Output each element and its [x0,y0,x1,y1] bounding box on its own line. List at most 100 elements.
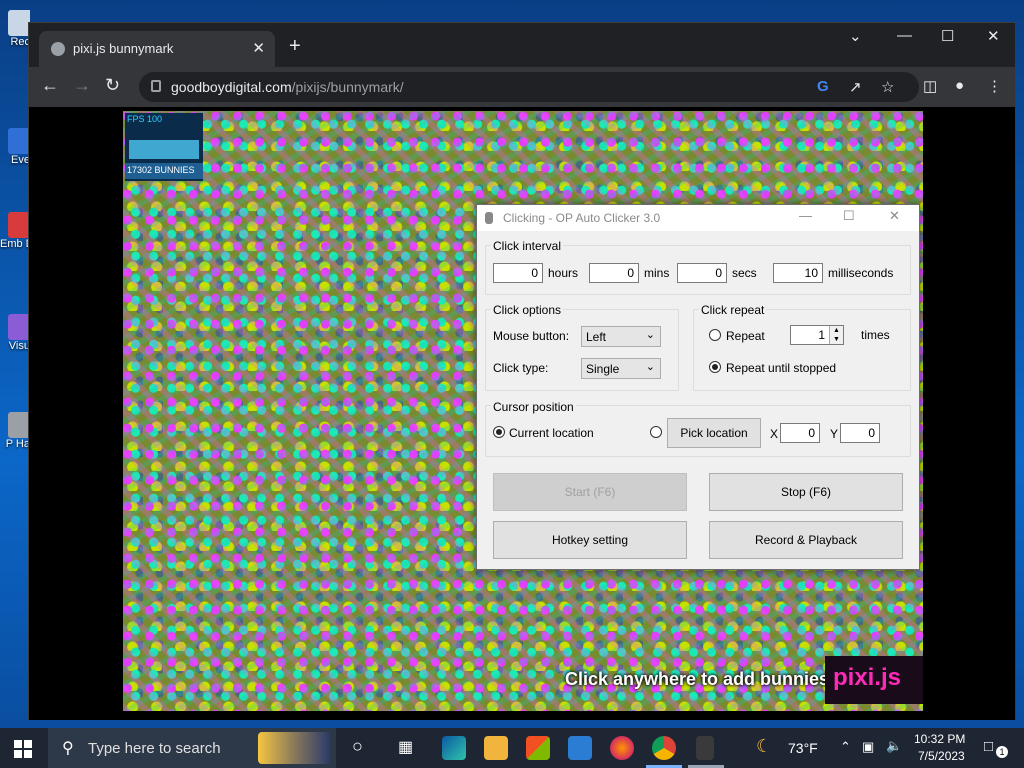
secs-label: secs [732,266,757,280]
maximize-icon[interactable]: ☐ [941,27,954,45]
firefox-icon[interactable] [610,736,634,760]
current-location-label: Current location [509,426,594,440]
notification-count-badge: 1 [996,746,1008,758]
search-placeholder: Type here to search [88,740,221,757]
tab-search-chevron-icon[interactable]: ⌄ [849,27,862,45]
mouse-button-label: Mouse button: [493,329,570,343]
times-label: times [861,328,890,342]
address-bar[interactable]: goodboydigital.com/pixijs/bunnymark/ G ↗… [139,72,919,102]
profile-icon[interactable]: ● [955,77,964,94]
repeat-until-stopped-label: Repeat until stopped [726,361,837,375]
share-icon[interactable]: ↗ [849,78,862,96]
click-repeat-group [693,309,911,391]
windows-start-icon[interactable] [14,740,32,758]
desktop-icon-visu[interactable]: Visu [0,314,30,352]
forward-arrow-icon[interactable]: → [73,75,91,96]
desktop-icon-recycle-bin[interactable]: Rec [0,10,30,48]
url-host: goodboydigital.com [171,79,292,95]
desktop-icon-label: Eve [11,154,30,166]
mail-icon[interactable] [568,736,592,760]
fps-graph [129,127,199,159]
stepper-down-icon[interactable]: ▼ [829,335,843,344]
start-button[interactable]: Start (F6) [493,473,687,511]
task-view-icon[interactable]: ▦ [398,737,413,757]
google-lens-icon[interactable]: G [817,78,829,95]
new-tab-button[interactable]: + [289,35,301,58]
close-window-icon[interactable]: ✕ [987,27,1000,45]
tab-strip: pixi.js bunnymark ✕ + ⌄ — ☐ ✕ [29,23,1015,67]
current-location-radio[interactable] [493,426,505,438]
app-shortcut-icon [8,128,30,154]
clock-time[interactable]: 10:32 PM [914,732,965,746]
pick-location-radio[interactable] [650,426,662,438]
maximize-icon[interactable]: ☐ [843,208,855,224]
back-arrow-icon[interactable]: ← [41,75,59,96]
pixijs-logo[interactable]: pixi.js [825,656,923,704]
taskbar: ⚲ Type here to search ○ ▦ ☾ 73°F ⌃ ▣ 🔈 1… [0,728,1024,768]
tab-title: pixi.js bunnymark [73,41,174,56]
milliseconds-field[interactable]: 10 [773,263,823,283]
weather-moon-icon[interactable]: ☾ [756,736,772,757]
repeat-until-stopped-radio[interactable] [709,361,721,373]
edge-icon[interactable] [442,736,466,760]
close-tab-icon[interactable]: ✕ [252,39,265,57]
stepper-up-icon[interactable]: ▲ [829,326,843,335]
taskbar-search[interactable]: ⚲ Type here to search [48,728,336,768]
app-shortcut-icon [8,412,30,438]
volume-muted-icon[interactable]: 🔈 [886,738,902,754]
chevron-up-icon[interactable]: ⌃ [840,739,851,755]
mouse-button-select[interactable]: Left ⌄ [581,326,661,347]
y-label: Y [830,427,839,441]
kebab-menu-icon[interactable]: ⋮ [987,77,1002,95]
y-coordinate-field[interactable]: 0 [840,423,880,443]
mins-field[interactable]: 0 [589,263,639,283]
tab-bunnymark[interactable]: pixi.js bunnymark ✕ [39,31,275,67]
bunny-count: 17302 BUNNIES [125,163,203,179]
secs-field[interactable]: 0 [677,263,727,283]
auto-clicker-taskbar-icon[interactable] [696,736,714,760]
record-playback-button[interactable]: Record & Playback [709,521,903,559]
desktop-icon-emb[interactable]: Emb De [0,212,30,250]
repeat-count-stepper[interactable]: 1 ▲ ▼ [790,325,844,345]
bookmark-star-icon[interactable]: ☆ [881,78,894,96]
weather-temperature[interactable]: 73°F [788,740,818,756]
click-type-value: Single [586,362,620,376]
click-options-label: Click options [491,303,564,317]
hotkey-setting-button[interactable]: Hotkey setting [493,521,687,559]
lock-icon [151,80,161,92]
click-repeat-label: Click repeat [699,303,767,317]
repeat-radio[interactable] [709,329,721,341]
mins-label: mins [644,266,670,280]
dialog-title-bar[interactable]: Clicking - OP Auto Clicker 3.0 — ☐ ✕ [477,205,919,231]
cortana-icon[interactable]: ○ [352,736,363,757]
click-type-select[interactable]: Single ⌄ [581,358,661,379]
chevron-down-icon: ⌄ [645,361,655,373]
side-panel-icon[interactable]: ◫ [923,77,937,95]
desktop-icon-label: Visu [8,340,30,352]
close-icon[interactable]: ✕ [889,208,900,224]
x-coordinate-field[interactable]: 0 [780,423,820,443]
file-explorer-icon[interactable] [484,736,508,760]
hours-field[interactable]: 0 [493,263,543,283]
network-icon[interactable]: ▣ [862,739,874,755]
notification-icon[interactable]: □ [984,738,993,755]
url-text: goodboydigital.com/pixijs/bunnymark/ [171,79,404,95]
pick-location-button[interactable]: Pick location [667,418,761,448]
clock-date[interactable]: 7/5/2023 [918,749,965,763]
minimize-icon[interactable]: — [897,27,912,44]
microsoft-store-icon[interactable] [526,736,550,760]
stop-button[interactable]: Stop (F6) [709,473,903,511]
recycle-bin-icon [8,10,30,36]
globe-icon [51,42,65,56]
browser-toolbar: ← → ↻ goodboydigital.com/pixijs/bunnymar… [29,67,1015,107]
hours-label: hours [548,266,579,280]
minimize-icon[interactable]: — [799,208,812,223]
desktop-icon-p[interactable]: P Ha [0,412,30,450]
chrome-icon[interactable] [652,736,676,760]
desktop-icon-eve[interactable]: Eve [0,128,30,166]
reload-icon[interactable]: ↻ [105,75,120,96]
repeat-count-value: 1 [818,328,825,342]
desktop-icon-label: P Ha [5,438,30,450]
chevron-down-icon: ⌄ [645,329,655,341]
click-interval-label: Click interval [491,239,564,253]
